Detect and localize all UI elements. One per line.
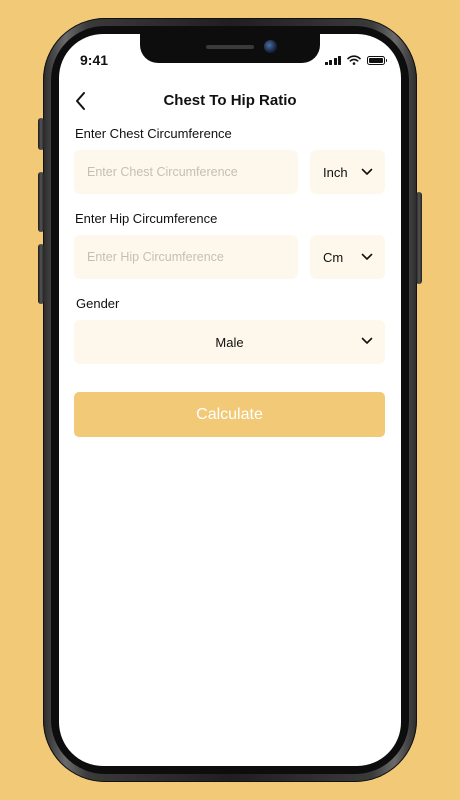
chest-unit-value: Inch: [323, 164, 348, 180]
chest-label: Enter Chest Circumference: [75, 126, 232, 141]
wifi-icon: [347, 55, 361, 65]
status-icons: [324, 55, 387, 65]
gender-value: Male: [215, 334, 244, 350]
side-button-mute: [38, 118, 44, 150]
notch: [140, 34, 320, 63]
gender-label: Gender: [76, 296, 120, 311]
cellular-signal-icon: [324, 55, 341, 65]
chevron-down-icon: [361, 253, 373, 260]
chest-input-placeholder: Enter Chest Circumference: [87, 165, 238, 179]
chevron-down-icon: [361, 168, 373, 175]
speaker-grille: [206, 45, 254, 49]
chest-input[interactable]: Enter Chest Circumference: [74, 150, 298, 194]
battery-icon: [367, 56, 387, 65]
status-time: 9:41: [80, 52, 109, 68]
side-button-volume-up: [38, 172, 44, 232]
camera-icon: [264, 40, 277, 53]
hip-input-placeholder: Enter Hip Circumference: [87, 250, 224, 264]
page-title: Chest To Hip Ratio: [163, 92, 297, 109]
hip-input[interactable]: Enter Hip Circumference: [74, 235, 298, 279]
chest-unit-select[interactable]: Inch: [310, 150, 385, 194]
side-button-volume-down: [38, 244, 44, 304]
gender-select[interactable]: Male: [74, 320, 385, 364]
hip-label: Enter Hip Circumference: [75, 211, 218, 226]
calculate-button[interactable]: Calculate: [74, 392, 385, 437]
hip-unit-select[interactable]: Cm: [310, 235, 385, 279]
hip-unit-value: Cm: [323, 249, 344, 265]
chevron-down-icon: [361, 337, 373, 344]
side-button-power: [416, 192, 422, 284]
app-screen: 9:41 Chest To Hip Ratio Enter Chest Circ…: [59, 34, 401, 766]
